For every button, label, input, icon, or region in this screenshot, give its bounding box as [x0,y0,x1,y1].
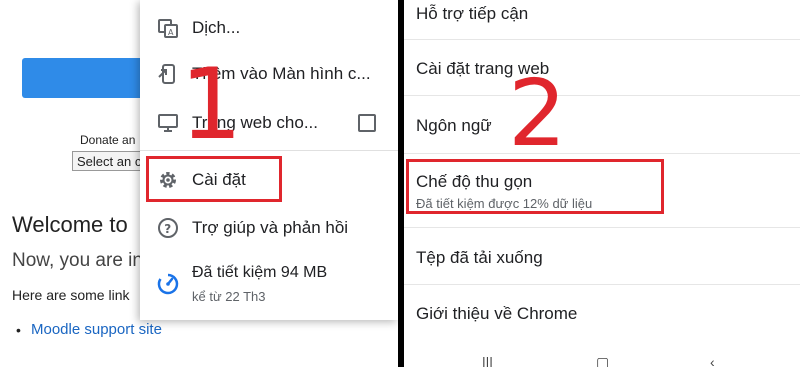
settings-item-label: Tệp đã tải xuống [416,248,543,267]
now-text: Now, you are in [12,250,143,271]
settings-item-languages[interactable]: Ngôn ngữ [404,96,800,154]
settings-item-label: Hỗ trợ tiếp cận [416,4,529,23]
step-1-label: 1 [180,48,243,162]
help-icon: ? [154,214,182,242]
settings-item-label: Giới thiệu về Chrome [416,304,578,323]
moodle-support-link[interactable]: Moodle support site [31,321,162,338]
browser-page-panel: Donate an Select an c Welcome to Now, yo… [0,0,398,367]
settings-item-downloads[interactable]: Tệp đã tải xuống [404,228,800,285]
settings-item-label: Ngôn ngữ [416,116,492,135]
back-icon[interactable]: ‹ [710,355,715,367]
menu-item-help[interactable]: ? Trợ giúp và phản hồi [140,206,398,250]
settings-item-about-chrome[interactable]: Giới thiệu về Chrome [404,285,800,345]
desktop-site-checkbox[interactable] [358,114,376,132]
settings-highlight-box [146,156,282,202]
translate-icon: A [154,14,182,42]
menu-item-translate-label: Dịch... [192,18,241,37]
data-saver-icon [156,272,180,301]
settings-item-accessibility[interactable]: Hỗ trợ tiếp cận [404,0,800,40]
recent-apps-icon[interactable]: ||| [482,355,493,367]
menu-item-add-to-home[interactable]: Thêm vào Màn hình c... [140,52,398,96]
menu-divider [140,150,398,151]
list-bullet: • [16,322,21,338]
lite-mode-highlight-box [406,159,664,214]
settings-panel: Hỗ trợ tiếp cận Cài đặt trang web Ngôn n… [404,0,800,367]
welcome-heading: Welcome to [12,212,128,237]
here-text: Here are some link [12,287,130,303]
menu-item-translate[interactable]: A Dịch... [140,6,398,50]
menu-item-desktop-site[interactable]: Trang web cho... [140,101,398,145]
step-2-label: 2 [508,60,567,167]
screenshot-stage: Donate an Select an c Welcome to Now, yo… [0,0,800,367]
svg-text:A: A [168,28,174,37]
menu-item-help-label: Trợ giúp và phản hồi [192,218,349,237]
svg-text:?: ? [164,222,171,236]
data-saved-since: kể từ 22 Th3 [192,289,266,304]
donate-text: Donate an [80,133,136,147]
settings-item-site-settings[interactable]: Cài đặt trang web [404,40,800,96]
desktop-icon [154,109,182,137]
add-to-home-icon [154,60,182,88]
home-icon[interactable]: ▢ [596,355,609,367]
data-saved-amount: Đã tiết kiệm 94 MB [192,264,328,281]
